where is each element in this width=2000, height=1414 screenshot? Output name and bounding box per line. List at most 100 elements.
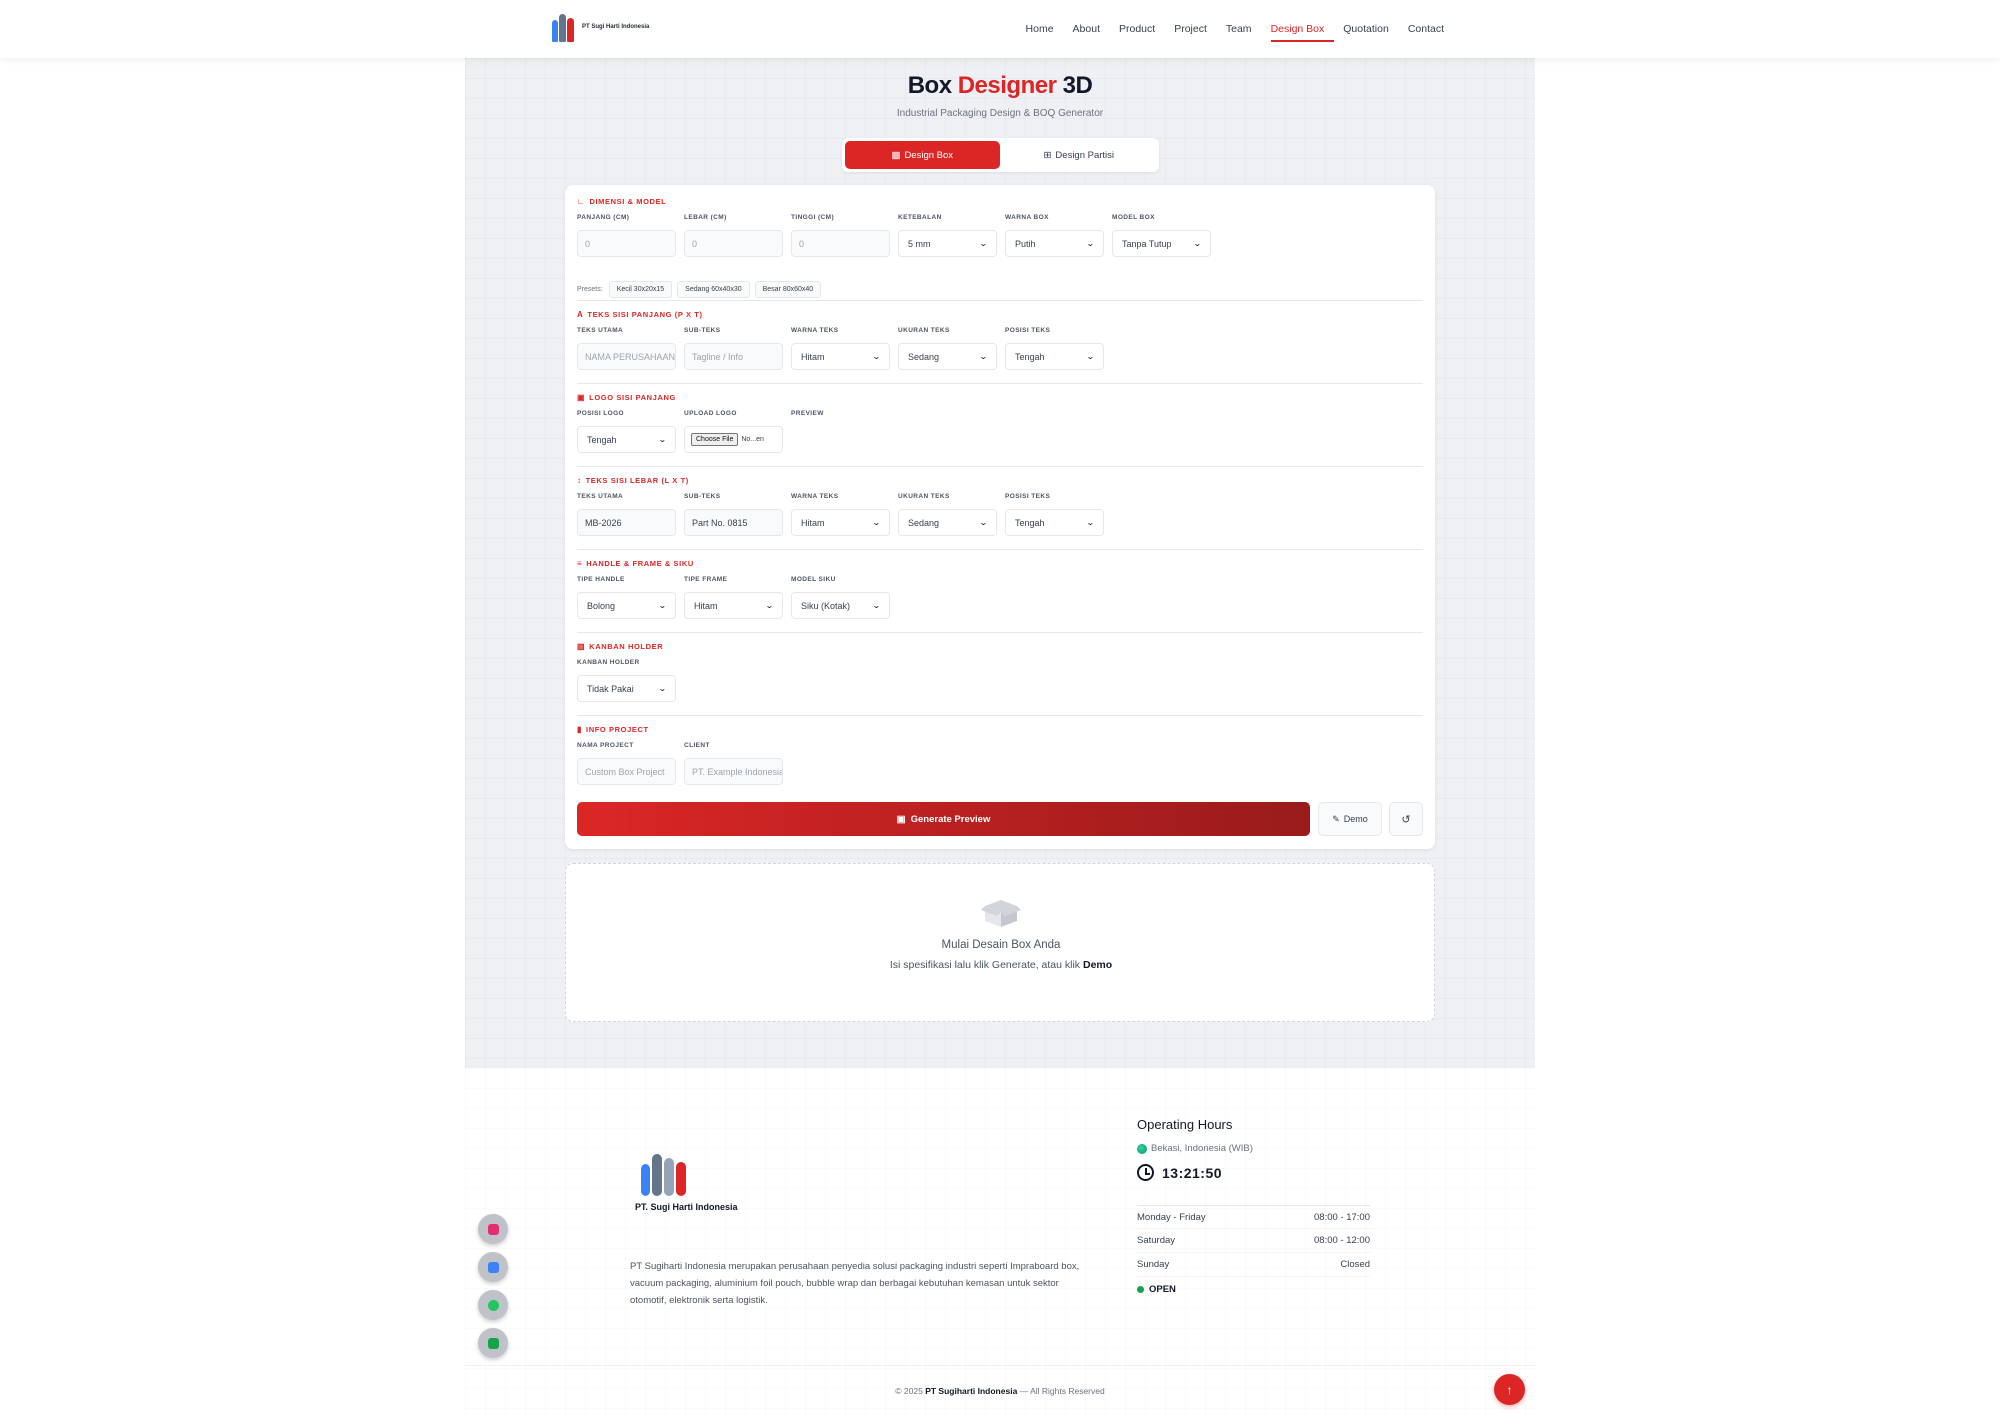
handle-icon: ≡ [577, 559, 583, 568]
nav-links: Home About Product Project Team Design B… [1026, 0, 1444, 58]
client-input[interactable]: PT. Example Indonesia [684, 758, 783, 785]
nav-link-design-box[interactable]: Design Box [1270, 0, 1334, 58]
nama-project-input[interactable]: Custom Box Project [577, 758, 676, 785]
field-posisi-teks: Posisi Teks Tengah ⌄ [1005, 493, 1104, 536]
teks-utama-lebar-input[interactable]: MB-2026 [577, 509, 676, 536]
nav-link-contact[interactable]: Contact [1408, 0, 1444, 58]
field-row: Posisi Logo Tengah ⌄ Upload Logo Choose F… [577, 410, 890, 453]
select-value: Tengah [1015, 351, 1045, 362]
hours-day: Monday - Friday [1137, 1211, 1206, 1223]
chevron-down-icon: ⌄ [658, 435, 668, 444]
chevron-down-icon: ⌄ [1193, 239, 1203, 248]
field-label: Lebar (cm) [684, 214, 727, 221]
tokopedia-icon [487, 1337, 499, 1349]
designer-main: Box Designer 3D Industrial Packaging Des… [465, 58, 1535, 1068]
preset-besar-button[interactable]: Besar 80x60x40 [754, 281, 822, 298]
scroll-to-top-button[interactable]: ↑ [1494, 1374, 1525, 1405]
warna-teks-panjang-select[interactable]: Hitam ⌄ [791, 343, 890, 370]
linkedin-icon [487, 1261, 499, 1273]
field-label: Teks Utama [577, 493, 624, 500]
teks-utama-panjang-input[interactable]: NAMA PERUSAHAAN [577, 343, 676, 370]
select-value: 5 mm [908, 238, 931, 249]
ketebalan-select[interactable]: 5 mm ⌄ [898, 230, 997, 257]
hours-location: Bekasi, Indonesia (WIB) [1137, 1143, 1253, 1154]
model-box-select[interactable]: Tanpa Tutup ⌄ [1112, 230, 1211, 257]
nav-link-project[interactable]: Project [1174, 0, 1207, 58]
ukuran-teks-panjang-select[interactable]: Sedang ⌄ [898, 343, 997, 370]
tinggi-input[interactable]: 0 [791, 230, 890, 257]
field-preview: Preview [791, 410, 890, 453]
tab-design-partisi[interactable]: ⊞ Design Partisi [1002, 141, 1157, 169]
ukuran-teks-lebar-select[interactable]: Sedang ⌄ [898, 509, 997, 536]
warna-box-select[interactable]: Putih ⌄ [1005, 230, 1104, 257]
field-upload-logo: Upload Logo Choose File No...en [684, 410, 783, 453]
field-ukuran-teks: Ukuran Teks Sedang ⌄ [898, 327, 997, 370]
sub-teks-lebar-input[interactable]: Part No. 0815 [684, 509, 783, 536]
demo-button[interactable]: ✎ Demo [1318, 802, 1382, 836]
nav-link-team[interactable]: Team [1226, 0, 1252, 58]
preview-sub-demo: Demo [1082, 959, 1113, 971]
chevron-down-icon: ⌄ [979, 352, 989, 361]
field-label: Posisi Teks [1005, 327, 1051, 334]
linkedin-button[interactable] [478, 1252, 508, 1282]
instagram-button[interactable] [478, 1214, 508, 1244]
tab-design-box[interactable]: ▩ Design Box [845, 141, 1000, 169]
field-row: Nama Project Custom Box Project Client P… [577, 742, 783, 785]
generate-preview-button[interactable]: ▣ Generate Preview [577, 802, 1310, 836]
chevron-down-icon: ⌄ [979, 239, 989, 248]
top-navbar: PT Sugi Harti Indonesia Home About Produ… [0, 0, 2000, 58]
select-value: Tengah [1015, 517, 1045, 528]
select-value: Putih [1015, 238, 1036, 249]
section-dimensi: ∟ Dimensi & Model Panjang (cm) 0 Lebar (… [577, 197, 1423, 298]
preset-kecil-button[interactable]: Kecil 30x20x15 [608, 281, 673, 298]
field-label: Warna Teks [791, 493, 839, 500]
whatsapp-button[interactable] [478, 1290, 508, 1320]
field-label: Client [684, 742, 710, 749]
field-label: Teks Utama [577, 327, 624, 334]
chevron-down-icon: ⌄ [658, 601, 668, 610]
id-card-icon: ▧ [577, 642, 586, 651]
hours-table: Monday - Friday 08:00 - 17:00 Saturday 08:… [1137, 1205, 1370, 1277]
model-siku-select[interactable]: Siku (Kotak) ⌄ [791, 592, 890, 619]
design-tabs: ▩ Design Box ⊞ Design Partisi [842, 138, 1159, 172]
choose-file-button[interactable]: Choose File [691, 433, 739, 446]
status-text: OPEN [1149, 1284, 1176, 1295]
kanban-holder-select[interactable]: Tidak Pakai ⌄ [577, 675, 676, 702]
posisi-teks-panjang-select[interactable]: Tengah ⌄ [1005, 343, 1104, 370]
pencil-icon: ✎ [1332, 813, 1340, 824]
hours-day: Saturday [1137, 1235, 1176, 1246]
sub-teks-panjang-input[interactable]: Tagline / Info [684, 343, 783, 370]
nav-link-product[interactable]: Product [1119, 0, 1155, 58]
presets-row: Presets: Kecil 30x20x15 Sedang 60x40x30 … [577, 281, 822, 298]
select-value: Siku (Kotak) [801, 600, 851, 611]
field-warna-box: Warna Box Putih ⌄ [1005, 214, 1104, 257]
reset-button[interactable]: ↺ [1389, 802, 1423, 836]
posisi-logo-select[interactable]: Tengah ⌄ [577, 426, 676, 453]
footer-divider [465, 1365, 1535, 1366]
tipe-frame-select[interactable]: Hitam ⌄ [684, 592, 783, 619]
clock-icon [1137, 1164, 1154, 1181]
reset-icon: ↺ [1401, 813, 1411, 826]
preset-sedang-button[interactable]: Sedang 60x40x30 [677, 281, 750, 298]
chevron-down-icon: ⌄ [765, 601, 775, 610]
nav-link-home[interactable]: Home [1026, 0, 1054, 58]
field-label: Tipe Handle [577, 576, 625, 583]
nav-link-about[interactable]: About [1073, 0, 1100, 58]
globe-icon [1137, 1143, 1147, 1154]
upload-logo-input[interactable]: Choose File No...en [684, 426, 783, 453]
tab-label: Design Box [904, 149, 954, 161]
field-label: Upload Logo [684, 410, 737, 417]
nav-link-quotation[interactable]: Quotation [1343, 0, 1389, 58]
section-title-text: Handle & Frame & Siku [586, 559, 694, 568]
tipe-handle-select[interactable]: Bolong ⌄ [577, 592, 676, 619]
lebar-input[interactable]: 0 [684, 230, 783, 257]
section-title: ∟ Dimensi & Model [577, 197, 1423, 206]
nav-logo[interactable]: PT Sugi Harti Indonesia [550, 12, 649, 42]
panjang-input[interactable]: 0 [577, 230, 676, 257]
tokopedia-button[interactable] [478, 1328, 508, 1358]
warna-teks-lebar-select[interactable]: Hitam ⌄ [791, 509, 890, 536]
section-divider [577, 383, 1423, 384]
preview-sub-text: Isi spesifikasi lalu klik Generate, atau… [889, 959, 1081, 971]
section-title: ▮ Info Project [577, 725, 1423, 734]
posisi-teks-lebar-select[interactable]: Tengah ⌄ [1005, 509, 1104, 536]
